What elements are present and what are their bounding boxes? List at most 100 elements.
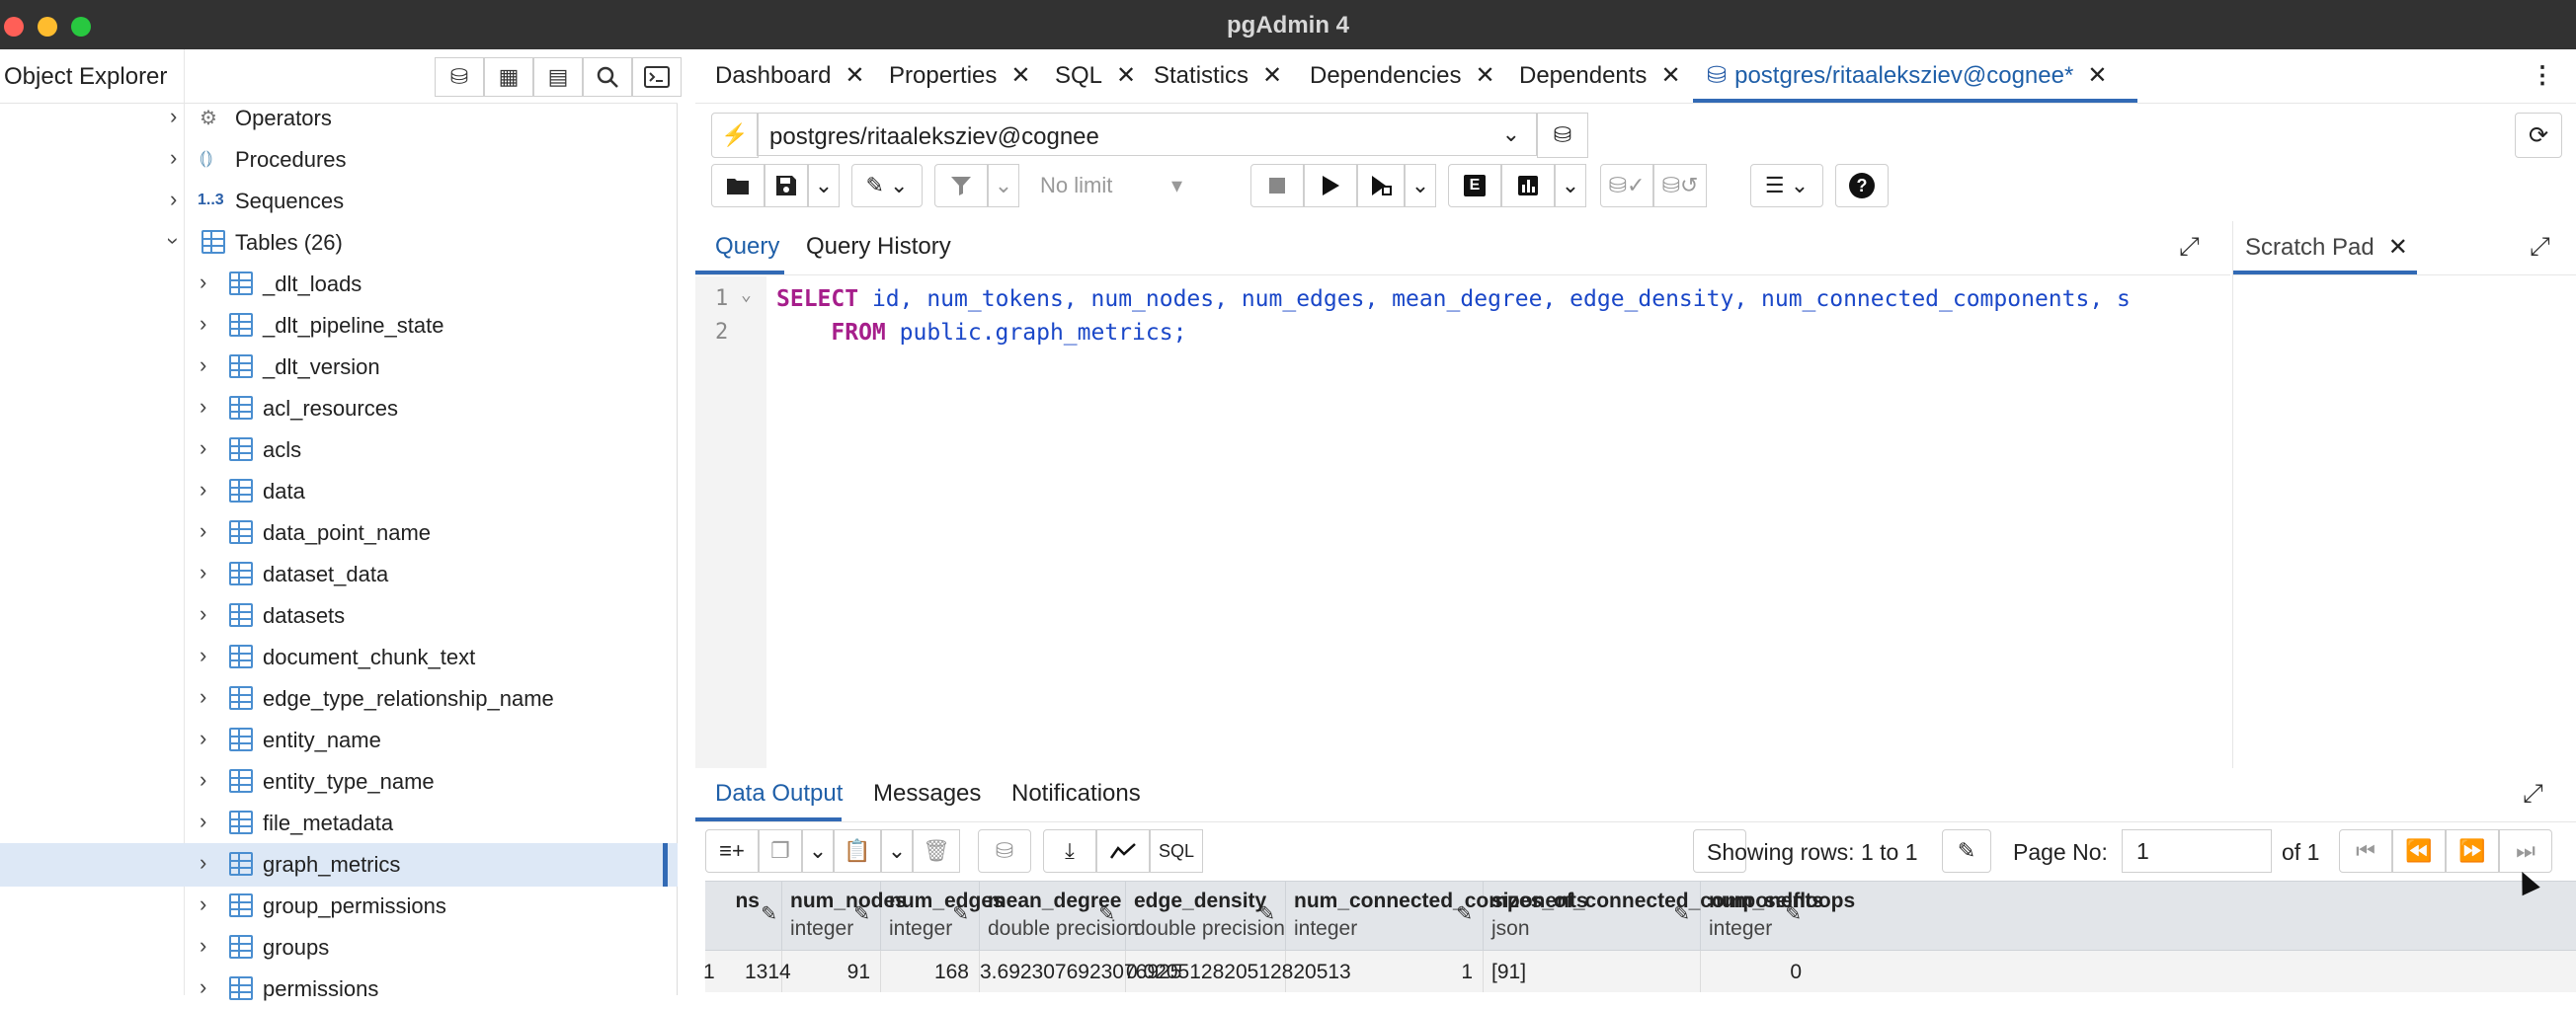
chevron-right-icon[interactable]: ›	[200, 560, 206, 585]
last-page-icon[interactable]: ⏭	[2499, 829, 2552, 873]
table-cell[interactable]: 0	[1701, 951, 1811, 992]
tree-item-table[interactable]: › file_metadata	[0, 804, 678, 843]
close-icon[interactable]: ✕	[1010, 62, 1030, 89]
fold-chevron-icon[interactable]: ⌄	[741, 284, 752, 305]
table-cell[interactable]: 91	[782, 951, 881, 992]
delete-icon[interactable]: 🗑	[913, 829, 960, 873]
chevron-right-icon[interactable]: ›	[200, 684, 206, 710]
edit-column-icon[interactable]: ✎	[1456, 901, 1473, 926]
chevron-right-icon[interactable]: ›	[200, 892, 206, 917]
paste-icon[interactable]: 📋	[834, 829, 881, 873]
add-row-icon[interactable]: ≡+	[705, 829, 759, 873]
column-header[interactable]: num_nodes integer ✎	[782, 882, 907, 951]
tree-item-operators[interactable]: › ⚙ Operators	[0, 99, 678, 138]
tree-item-table[interactable]: › acl_resources	[0, 389, 678, 428]
refresh-icon[interactable]: ⟳	[2515, 113, 2562, 158]
explain-button[interactable]: E	[1448, 164, 1501, 207]
expand-icon[interactable]: ⤢	[2523, 778, 2543, 810]
edit-column-icon[interactable]: ✎	[1098, 901, 1115, 926]
tab-properties[interactable]: Properties ✕	[889, 61, 1031, 90]
chevron-right-icon[interactable]: ›	[200, 394, 206, 420]
tree-item-procedures[interactable]: › ⦅⦆ Procedures	[0, 140, 678, 180]
chevron-right-icon[interactable]: ›	[200, 270, 206, 295]
tree-item-table[interactable]: › dataset_data	[0, 555, 678, 594]
commit-icon[interactable]: ⛁✓	[1600, 164, 1653, 207]
chevron-right-icon[interactable]: ›	[200, 974, 206, 1000]
tab-scratch-pad[interactable]: Scratch Pad ✕	[2245, 233, 2408, 262]
save-button[interactable]	[765, 164, 808, 207]
column-header[interactable]: num_connected_components integer ✎	[1286, 882, 1588, 951]
psql-tool-icon[interactable]	[632, 57, 682, 97]
chevron-down-icon[interactable]: ›	[161, 237, 187, 244]
chevron-right-icon[interactable]: ›	[200, 518, 206, 544]
table-cell[interactable]: 1	[1286, 951, 1484, 992]
tree-item-table[interactable]: › data_point_name	[0, 513, 678, 553]
chevron-right-icon[interactable]: ›	[200, 850, 206, 876]
query-tool-icon[interactable]: ⛁	[435, 57, 484, 97]
tab-messages[interactable]: Messages	[873, 780, 981, 808]
column-header[interactable]: sizes_of_connected_components json ✎	[1484, 882, 1823, 951]
search-icon[interactable]	[583, 57, 632, 97]
close-icon[interactable]: ✕	[1116, 62, 1136, 89]
help-icon[interactable]: ?	[1835, 164, 1889, 207]
close-icon[interactable]: ✕	[2087, 62, 2107, 89]
tree-item-table[interactable]: › _dlt_loads	[0, 265, 678, 304]
edit-column-icon[interactable]: ✎	[952, 901, 969, 926]
tab-query[interactable]: Query	[715, 233, 779, 261]
chevron-right-icon[interactable]: ›	[200, 726, 206, 751]
column-header[interactable]: mean_degree double precision ✎	[980, 882, 1139, 951]
edit-column-icon[interactable]: ✎	[1785, 901, 1802, 926]
paste-chevron-down-icon[interactable]: ⌄	[881, 829, 913, 873]
tab-data-output[interactable]: Data Output	[715, 780, 843, 808]
sql-button[interactable]: SQL	[1150, 829, 1203, 873]
first-page-icon[interactable]: ⏮	[2339, 829, 2392, 873]
sql-editor[interactable]: 1 ⌄ 2 SELECT id, num_tokens, num_nodes, …	[695, 276, 2230, 808]
rollback-icon[interactable]: ⛁↺	[1653, 164, 1707, 207]
open-file-button[interactable]	[711, 164, 765, 207]
copy-icon[interactable]: ❐	[759, 829, 802, 873]
chevron-right-icon[interactable]: ›	[200, 809, 206, 834]
tree-item-table[interactable]: › data	[0, 472, 678, 511]
tree-item-table[interactable]: › document_chunk_text	[0, 638, 678, 677]
filter-chevron-down-icon[interactable]: ⌄	[988, 164, 1019, 207]
tree-item-table[interactable]: › permissions	[0, 970, 678, 1009]
close-icon[interactable]: ✕	[2388, 234, 2408, 261]
close-icon[interactable]: ✕	[1262, 62, 1282, 89]
chevron-right-icon[interactable]: ›	[200, 477, 206, 503]
edit-column-icon[interactable]: ✎	[853, 901, 870, 926]
next-page-icon[interactable]: ⏩	[2446, 829, 2499, 873]
copy-chevron-down-icon[interactable]: ⌄	[802, 829, 834, 873]
graph-visualiser-icon[interactable]	[1096, 829, 1150, 873]
save-options-chevron-down-icon[interactable]: ⌄	[808, 164, 840, 207]
tree-item-table[interactable]: › _dlt_version	[0, 348, 678, 387]
edit-column-icon[interactable]: ✎	[1673, 901, 1690, 926]
tree-item-table[interactable]: › _dlt_pipeline_state	[0, 306, 678, 346]
view-data-icon[interactable]: ▦	[484, 57, 533, 97]
chevron-right-icon[interactable]: ›	[170, 104, 177, 129]
table-cell[interactable]: 0.020512820512820513	[1126, 951, 1351, 992]
tab-sql[interactable]: SQL ✕	[1055, 61, 1136, 90]
connection-select[interactable]: postgres/ritaaleksziev@cognee ⌄	[757, 113, 1537, 156]
tab-query-history[interactable]: Query History	[806, 233, 951, 261]
edit-column-icon[interactable]: ✎	[1258, 901, 1275, 926]
chevron-right-icon[interactable]: ›	[200, 933, 206, 959]
stop-button[interactable]	[1250, 164, 1304, 207]
explain-chevron-down-icon[interactable]: ⌄	[1555, 164, 1586, 207]
filtered-rows-icon[interactable]: ▤	[533, 57, 583, 97]
edit-icon[interactable]: ✎	[1942, 829, 1991, 873]
tree-item-table[interactable]: › groups	[0, 928, 678, 968]
limit-select[interactable]: No limit ▾	[1023, 164, 1199, 207]
close-icon[interactable]: ✕	[845, 62, 864, 89]
connection-status-icon[interactable]: ⚡	[711, 113, 759, 158]
database-icon[interactable]: ⛁	[1537, 113, 1588, 158]
table-row[interactable]: 1 1314 91 168 3.6923076923076925 0.02051…	[703, 950, 2576, 992]
tree-item-table[interactable]: › group_permissions	[0, 887, 678, 926]
chevron-right-icon[interactable]: ›	[170, 187, 177, 212]
chevron-right-icon[interactable]: ›	[200, 311, 206, 337]
column-header[interactable]: ns ✎	[705, 882, 782, 951]
chevron-right-icon[interactable]: ›	[170, 145, 177, 171]
save-data-icon[interactable]: ⛁	[978, 829, 1031, 873]
explain-analyze-icon[interactable]	[1501, 164, 1555, 207]
tree-item-table[interactable]: › acls	[0, 430, 678, 470]
chevron-right-icon[interactable]: ›	[200, 352, 206, 378]
